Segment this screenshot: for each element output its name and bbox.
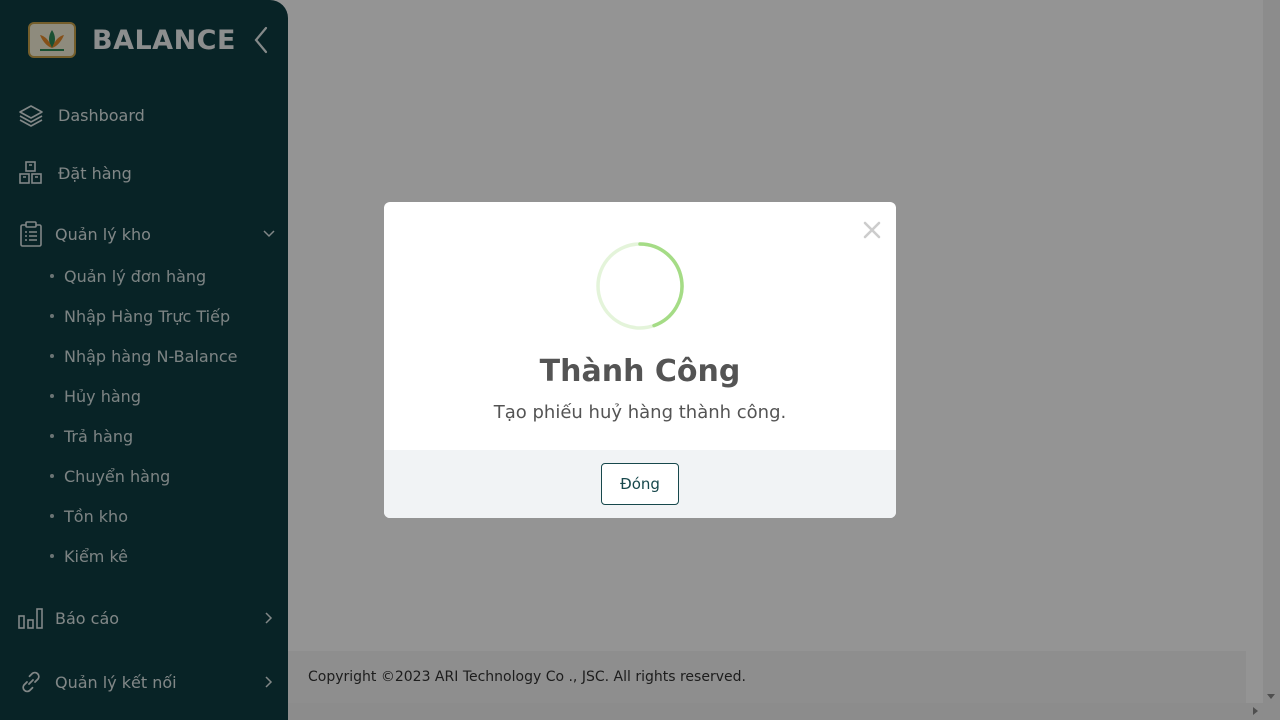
- dialog-message: Tạo phiếu huỷ hàng thành công.: [493, 402, 787, 423]
- close-icon[interactable]: [860, 218, 884, 242]
- success-spinner-icon: [596, 242, 684, 330]
- success-dialog: Thành Công Tạo phiếu huỷ hàng thành công…: [384, 202, 896, 518]
- dialog-title: Thành Công: [539, 354, 741, 389]
- dialog-footer: Đóng: [384, 450, 896, 518]
- close-button[interactable]: Đóng: [601, 463, 679, 505]
